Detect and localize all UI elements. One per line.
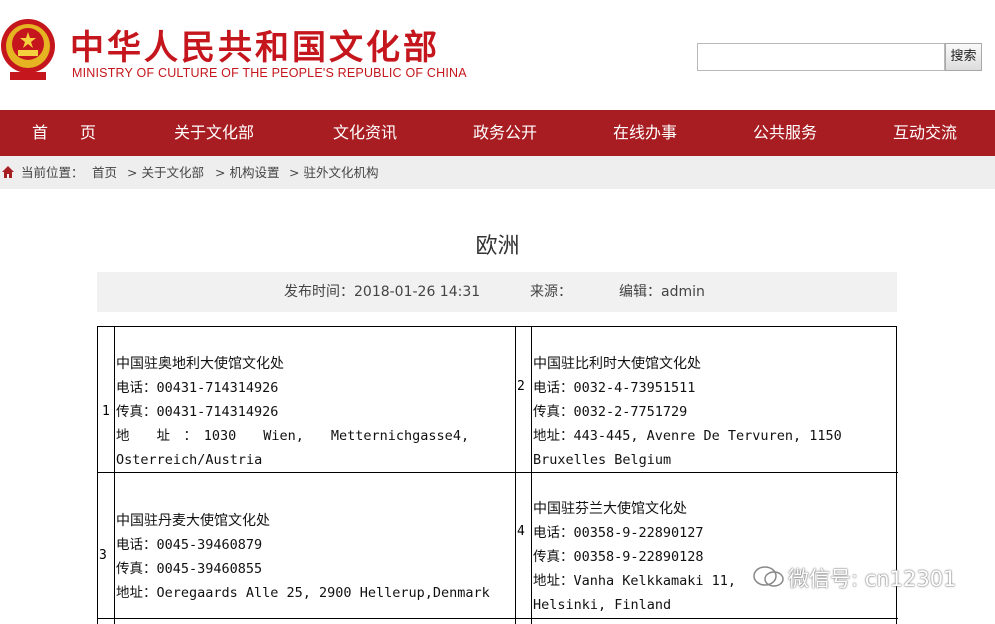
embassy-address-cont: Osterreich/Austria xyxy=(116,452,263,468)
embassy-address: 地址：443-445, Avenre De Tervuren, 1150 xyxy=(533,428,842,444)
table-cell: 中国驻芬兰大使馆文化处 电话：00358-9-22890127 传真：00358… xyxy=(533,497,895,617)
embassy-address: 地 址 ： 1030 Wien, Metternichgasse4, xyxy=(116,428,470,444)
embassy-address: 地址：Oeregaards Alle 25, 2900 Hellerup,Den… xyxy=(116,585,490,601)
nav-item-online-services[interactable]: 在线办事 xyxy=(613,110,677,156)
embassy-address-cont: Helsinki, Finland xyxy=(533,597,672,613)
table-divider xyxy=(114,327,115,624)
breadcrumb-org[interactable]: > 机构设置 xyxy=(215,156,279,189)
table-divider xyxy=(98,618,898,619)
breadcrumb: 当前位置： 首页 > 关于文化部 > 机构设置 > 驻外文化机构 xyxy=(0,156,995,189)
table-cell: 中国驻丹麦大使馆文化处 电话：0045-39460879 传真：0045-394… xyxy=(116,509,513,605)
breadcrumb-home[interactable]: 首页 xyxy=(92,156,117,189)
site-header: 中华人民共和国文化部 MINISTRY OF CULTURE OF THE PE… xyxy=(0,0,995,110)
breadcrumb-label: 当前位置： xyxy=(21,165,84,180)
watermark-text: 微信号: cn12301 xyxy=(788,567,957,591)
search-input[interactable] xyxy=(697,43,945,71)
table-divider xyxy=(515,327,516,624)
embassy-fax: 传真：0032-2-7751729 xyxy=(533,404,688,420)
table-cell: 中国驻奥地利大使馆文化处 电话：00431-714314926 传真：00431… xyxy=(116,352,513,472)
breadcrumb-overseas[interactable]: > 驻外文化机构 xyxy=(289,156,378,189)
row-index: 2 xyxy=(517,379,525,394)
nav-item-gov-affairs[interactable]: 政务公开 xyxy=(473,110,537,156)
embassy-phone: 电话：00358-9-22890127 xyxy=(533,525,704,541)
row-index: 4 xyxy=(517,524,525,539)
national-emblem-icon[interactable] xyxy=(0,16,58,82)
embassy-phone: 电话：0032-4-73951511 xyxy=(533,380,696,396)
search-button[interactable]: 搜索 xyxy=(945,43,982,71)
nav-item-about[interactable]: 关于文化部 xyxy=(174,110,254,156)
embassy-phone: 电话：0045-39460879 xyxy=(116,537,263,553)
row-index: 3 xyxy=(99,548,107,563)
embassy-name: 中国驻芬兰大使馆文化处 xyxy=(533,501,687,517)
nav-item-interaction[interactable]: 互动交流 xyxy=(893,110,957,156)
embassy-fax: 传真：0045-39460855 xyxy=(116,561,263,577)
row-index: 1 xyxy=(102,404,110,419)
embassy-phone: 电话：00431-714314926 xyxy=(116,380,279,396)
embassy-name: 中国驻奥地利大使馆文化处 xyxy=(116,356,284,372)
publish-time: 发布时间：2018-01-26 14:31 xyxy=(284,284,481,300)
wechat-icon xyxy=(753,566,784,587)
site-title-cn[interactable]: 中华人民共和国文化部 xyxy=(70,20,440,69)
table-divider xyxy=(531,327,532,624)
home-icon xyxy=(2,166,14,178)
table-divider xyxy=(98,472,898,473)
main-nav: 首 页 关于文化部 文化资讯 政务公开 在线办事 公共服务 互动交流 xyxy=(0,110,995,156)
embassy-name: 中国驻比利时大使馆文化处 xyxy=(533,356,701,372)
breadcrumb-about[interactable]: > 关于文化部 xyxy=(127,156,204,189)
article-editor: 编辑：admin xyxy=(619,284,705,300)
article-meta: 发布时间：2018-01-26 14:31 来源： 编辑：admin xyxy=(97,272,897,312)
embassy-address-cont: Bruxelles Belgium xyxy=(533,452,672,468)
embassy-fax: 传真：00431-714314926 xyxy=(116,404,279,420)
table-cell: 中国驻比利时大使馆文化处 电话：0032-4-73951511 传真：0032-… xyxy=(533,352,895,472)
nav-item-public-services[interactable]: 公共服务 xyxy=(753,110,817,156)
page-title: 欧洲 xyxy=(475,234,520,259)
nav-item-home[interactable]: 首 页 xyxy=(32,110,96,156)
article-source: 来源： xyxy=(530,284,572,300)
embassy-name: 中国驻丹麦大使馆文化处 xyxy=(116,513,270,529)
site-title-en: MINISTRY OF CULTURE OF THE PEOPLE'S REPU… xyxy=(72,66,467,80)
nav-item-news[interactable]: 文化资讯 xyxy=(333,110,397,156)
